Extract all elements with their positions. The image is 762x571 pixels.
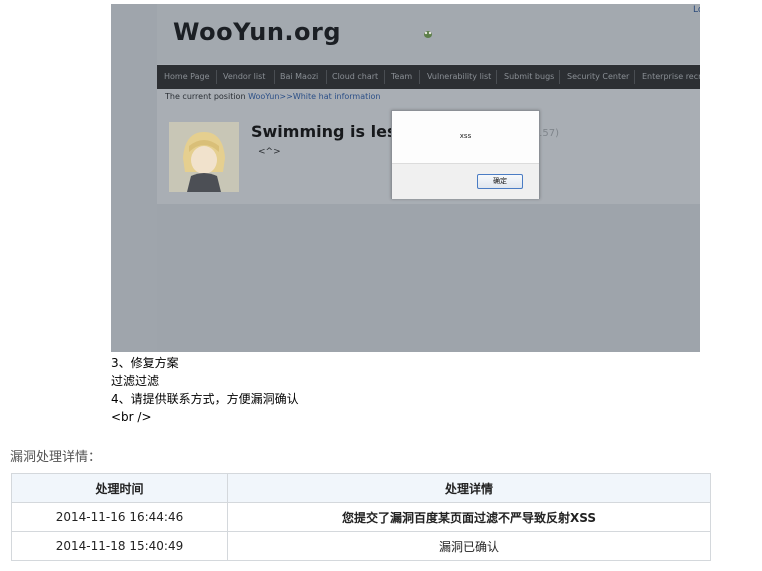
login-link[interactable]: Lo (693, 5, 700, 15)
alert-ok-button[interactable]: 确定 (477, 174, 523, 189)
row-detail: 漏洞已确认 (227, 531, 711, 561)
site-header: WooYun.org Lo (157, 4, 700, 64)
column-header-detail: 处理详情 (227, 473, 711, 503)
breadcrumb-separator: >> (279, 92, 293, 101)
bug-icon (424, 31, 432, 38)
report-line: 3、修复方案 (111, 356, 179, 370)
nav-separator (634, 70, 635, 84)
table-row: 2014-11-18 15:40:49 漏洞已确认 (11, 531, 711, 561)
column-header-time: 处理时间 (11, 473, 228, 503)
row-detail: 您提交了漏洞百度某页面过滤不严导致反射XSS (227, 502, 711, 532)
alert-footer: 确定 (392, 163, 539, 199)
nav-item-security-center[interactable]: Security Center (567, 72, 629, 81)
nav-bar: Home Page Vendor list Bai Maozi Cloud ch… (157, 65, 700, 89)
nav-item-vendor-list[interactable]: Vendor list (223, 72, 265, 81)
breadcrumb-site-link[interactable]: WooYun (248, 92, 279, 101)
details-table: 处理时间 处理详情 2014-11-16 16:44:46 您提交了漏洞百度某页… (11, 473, 711, 561)
nav-separator (384, 70, 385, 84)
nav-separator (326, 70, 327, 84)
site-logo: WooYun.org (173, 18, 342, 46)
details-title: 漏洞处理详情： (10, 450, 102, 465)
nav-separator (216, 70, 217, 84)
nav-item-cloud-chart[interactable]: Cloud chart (332, 72, 378, 81)
user-avatar (169, 122, 239, 192)
breadcrumb: The current position WooYun>>White hat i… (165, 92, 380, 101)
profile-name: Swimming is les (251, 122, 397, 141)
row-time: 2014-11-16 16:44:46 (11, 502, 228, 532)
nav-separator (274, 70, 275, 84)
report-line: <br /> (111, 410, 152, 424)
nav-separator (496, 70, 497, 84)
breadcrumb-page-link[interactable]: White hat information (293, 92, 381, 101)
row-time: 2014-11-18 15:40:49 (11, 531, 228, 561)
nav-item-submit-bugs[interactable]: Submit bugs (504, 72, 554, 81)
report-text: 3、修复方案 过滤过滤 4、请提供联系方式，方便漏洞确认 <br /> (111, 354, 299, 426)
nav-separator (559, 70, 560, 84)
embedded-screenshot: WooYun.org Lo Home Page Vendor list Bai … (111, 4, 700, 352)
screenshot-left-gutter (111, 4, 157, 352)
nav-item-enterprise[interactable]: Enterprise recr (642, 72, 700, 81)
table-row: 2014-11-16 16:44:46 您提交了漏洞百度某页面过滤不严导致反射X… (11, 502, 711, 532)
table-header-row: 处理时间 处理详情 (11, 473, 711, 503)
report-line: 4、请提供联系方式，方便漏洞确认 (111, 392, 299, 406)
nav-item-team[interactable]: Team (391, 72, 412, 81)
alert-message: xss (459, 132, 472, 140)
breadcrumb-prefix: The current position (165, 92, 249, 101)
profile-tagline: <^> (258, 147, 281, 157)
report-line: 过滤过滤 (111, 374, 160, 388)
nav-item-home[interactable]: Home Page (164, 72, 210, 81)
nav-separator (419, 70, 420, 84)
nav-item-vulnerability-list[interactable]: Vulnerability list (427, 72, 491, 81)
alert-dialog: xss 确定 (391, 110, 540, 199)
nav-item-bai-maozi[interactable]: Bai Maozi (280, 72, 318, 81)
